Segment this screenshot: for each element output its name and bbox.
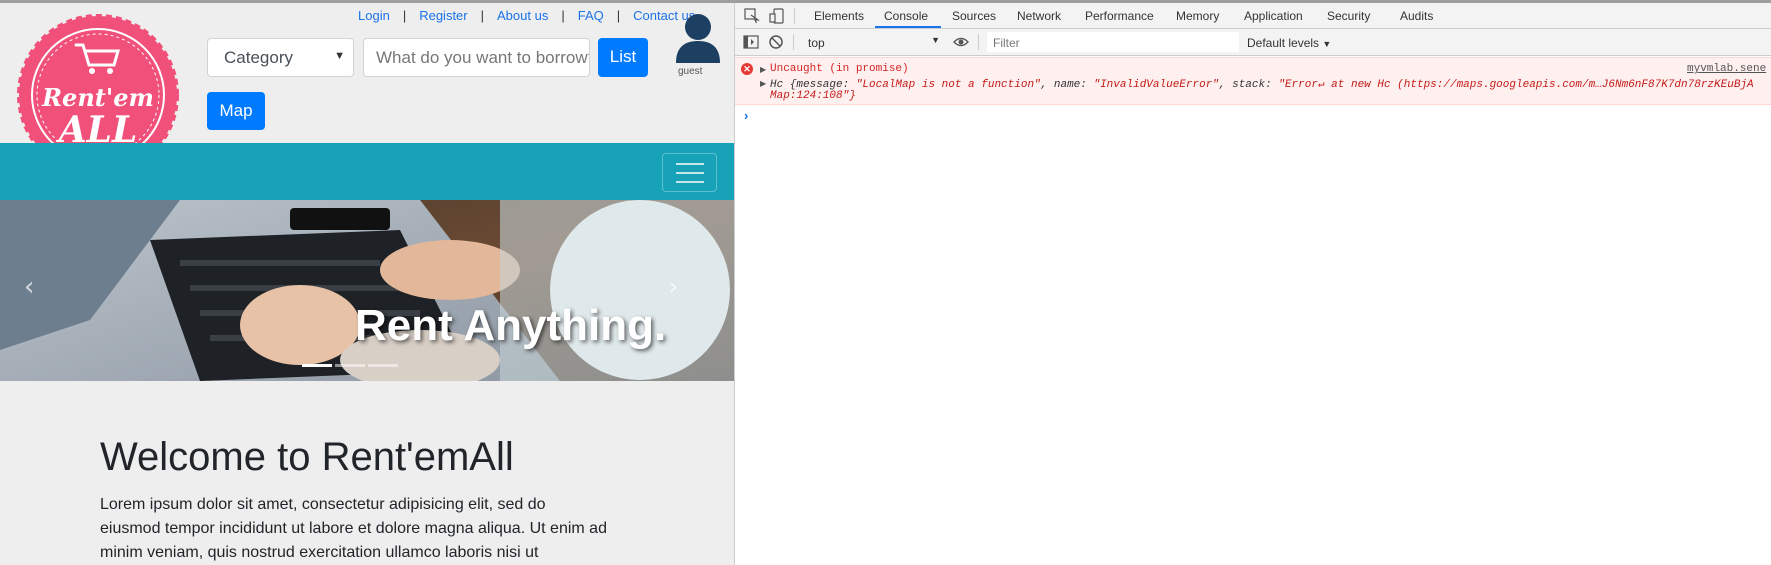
context-selector[interactable]: top ▼ <box>803 32 944 52</box>
carousel-prev-icon[interactable]: ‹ <box>24 272 34 302</box>
error-title: Uncaught (in promise) <box>770 63 909 75</box>
caret-down-icon: ▼ <box>334 50 345 62</box>
carousel-indicator[interactable] <box>302 364 332 367</box>
tab-elements[interactable]: Elements <box>814 9 864 23</box>
tab-security[interactable]: Security <box>1327 9 1370 23</box>
log-levels-dropdown[interactable]: Default levels ▼ <box>1247 36 1331 50</box>
user-label: guest <box>678 66 703 77</box>
tab-application[interactable]: Application <box>1244 9 1303 23</box>
error-source-link[interactable]: myvmlab.sene <box>1687 63 1766 75</box>
caret-down-icon: ▼ <box>931 35 940 45</box>
carousel-indicator[interactable] <box>368 364 398 367</box>
carousel-indicator[interactable] <box>335 364 365 367</box>
carousel-next-icon[interactable]: › <box>668 272 678 302</box>
caret-down-icon: ▼ <box>1322 39 1332 49</box>
error-icon: ✕ <box>741 63 753 75</box>
error-detail-line: Hc {message: "LocalMap is not a function… <box>770 79 1754 91</box>
navbar <box>0 143 734 200</box>
inspect-element-icon[interactable] <box>744 8 760 24</box>
log-levels-label: Default levels <box>1247 36 1320 50</box>
console-filter-input[interactable]: Filter <box>987 32 1239 52</box>
tab-sources[interactable]: Sources <box>952 9 996 23</box>
logo-text-line1: Rent'em <box>41 83 154 112</box>
hero-carousel: ‹ › Rent Anything. <box>0 200 734 381</box>
category-select-value: Category <box>224 48 293 67</box>
welcome-paragraph: Lorem ipsum dolor sit amet, consectetur … <box>100 496 607 561</box>
login-link[interactable]: Login <box>358 8 390 23</box>
map-button[interactable]: Map <box>207 92 265 130</box>
console-toolbar: top ▼ Filter Default levels ▼ <box>735 29 1771 56</box>
devtools-tabbar: Elements Console Sources Network Perform… <box>735 3 1771 29</box>
show-sidebar-icon[interactable] <box>743 34 759 50</box>
hamburger-icon <box>676 163 704 165</box>
tab-console[interactable]: Console <box>884 9 928 23</box>
devtools-panel: Elements Console Sources Network Perform… <box>734 3 1771 565</box>
console-prompt-icon[interactable]: › <box>744 108 748 123</box>
register-link[interactable]: Register <box>419 8 467 23</box>
active-tab-indicator <box>875 26 941 28</box>
error-stack-end: Map:124:108"} <box>770 90 856 102</box>
welcome-heading: Welcome to Rent'emAll <box>100 435 514 479</box>
carousel-indicators <box>302 354 401 372</box>
about-us-link[interactable]: About us <box>497 8 548 23</box>
website-viewport: Rent'em ALL Login | Register | About us | FAQ |… <box>0 3 734 565</box>
user-avatar-icon[interactable] <box>673 11 723 63</box>
console-error-message[interactable]: ✕ ▶ Uncaught (in promise) myvmlab.sene ▶… <box>735 57 1771 105</box>
expand-triangle-icon[interactable]: ▶ <box>760 65 766 74</box>
filter-placeholder: Filter <box>993 36 1020 50</box>
expand-triangle-icon[interactable]: ▶ <box>760 79 766 88</box>
context-value: top <box>808 36 825 50</box>
menu-toggle-button[interactable] <box>662 153 717 192</box>
category-select[interactable]: Category ▼ <box>207 38 354 77</box>
device-toolbar-icon[interactable] <box>769 8 785 24</box>
search-input[interactable]: What do you want to borrow? <box>363 38 590 77</box>
live-expression-eye-icon[interactable] <box>953 34 969 50</box>
top-links: Login | Register | About us | FAQ | Contact us <box>358 8 696 23</box>
faq-link[interactable]: FAQ <box>578 8 604 23</box>
tab-memory[interactable]: Memory <box>1176 9 1219 23</box>
clear-console-icon[interactable] <box>768 34 784 50</box>
tab-network[interactable]: Network <box>1017 9 1061 23</box>
tab-audits[interactable]: Audits <box>1400 9 1433 23</box>
tab-performance[interactable]: Performance <box>1085 9 1154 23</box>
list-button[interactable]: List <box>598 38 648 77</box>
search-placeholder: What do you want to borrow? <box>376 48 590 67</box>
hero-caption: Rent Anything. <box>355 301 667 350</box>
